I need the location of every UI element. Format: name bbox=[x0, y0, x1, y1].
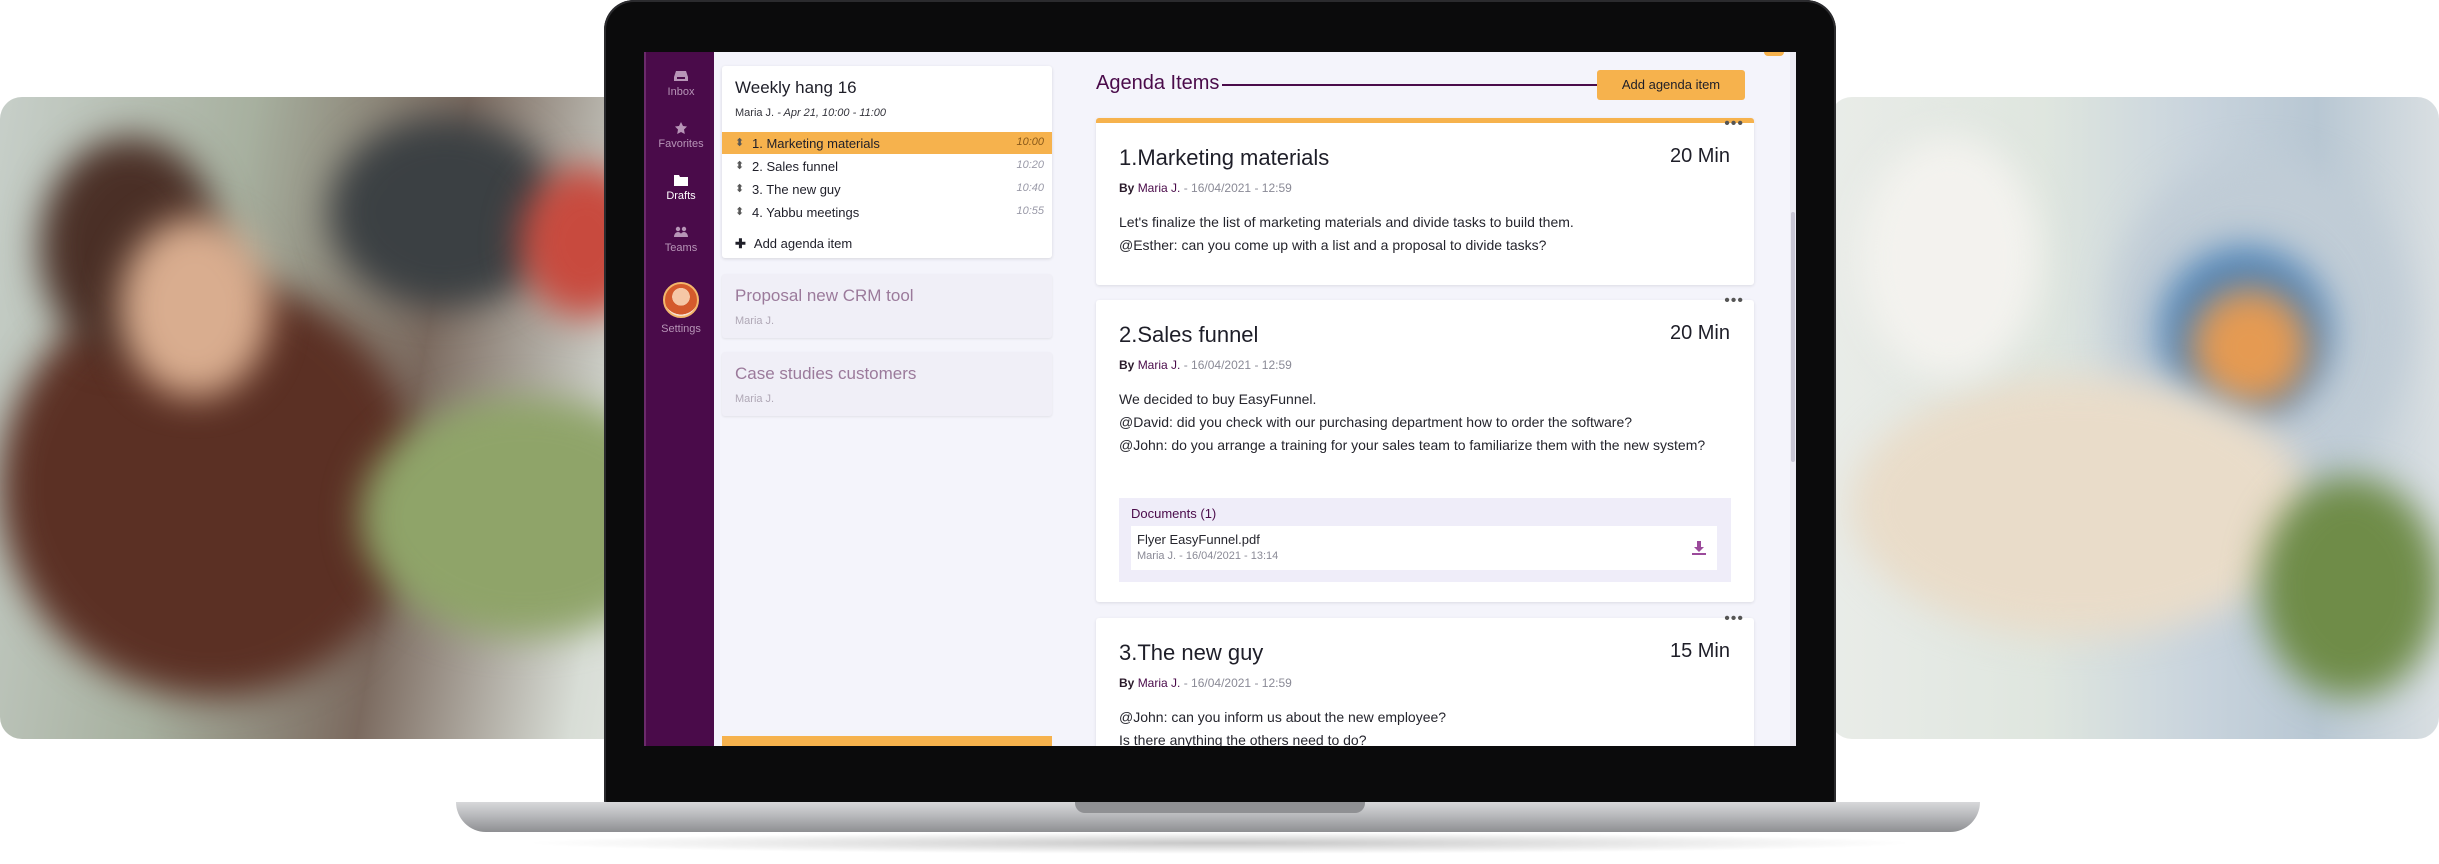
agenda-item-body: @John: can you inform us about the new e… bbox=[1119, 709, 1447, 746]
meeting-card-2[interactable]: Case studies customers Maria J. bbox=[722, 352, 1052, 416]
meeting-list: Weekly hang 16 Maria J. - Apr 21, 10:00 … bbox=[714, 52, 1065, 746]
sidebar-nav: Inbox Favorites Drafts Teams Settings bbox=[644, 52, 716, 746]
app-screen: Inbox Favorites Drafts Teams Settings We… bbox=[644, 52, 1796, 746]
meeting-card-author: Maria J. bbox=[735, 393, 775, 405]
agenda-panel: Agenda Items Add agenda item ••• 1.Marke… bbox=[1064, 52, 1796, 746]
add-agenda-item-label: Add agenda item bbox=[753, 236, 853, 251]
agenda-row-time: 10:40 bbox=[1016, 182, 1044, 194]
agenda-item-date: - 16/04/2021 - 12:59 bbox=[1183, 676, 1292, 690]
agenda-row-time: 10:55 bbox=[1016, 205, 1044, 217]
agenda-item-card-1: ••• 1.Marketing materials 20 Min By Mari… bbox=[1096, 115, 1754, 285]
agenda-item-body: We decided to buy EasyFunnel. @David: di… bbox=[1119, 391, 1706, 453]
meeting-title: Weekly hang 16 bbox=[735, 78, 857, 97]
inbox-icon bbox=[674, 71, 688, 81]
meeting-card-1[interactable]: Proposal new CRM tool Maria J. bbox=[722, 274, 1052, 338]
laptop-notch bbox=[1075, 802, 1365, 813]
title-divider bbox=[1222, 84, 1602, 86]
nav-item-settings[interactable]: Settings bbox=[646, 282, 716, 335]
grip-icon[interactable]: ⬍ bbox=[735, 136, 744, 149]
agenda-item-author: Maria J. bbox=[1137, 676, 1181, 690]
more-icon[interactable]: ••• bbox=[1724, 292, 1744, 310]
agenda-row-time: 10:20 bbox=[1016, 159, 1044, 171]
scrollbar-thumb[interactable] bbox=[1791, 212, 1795, 462]
nav-label-teams: Teams bbox=[664, 242, 698, 254]
meeting-time: - Apr 21, 10:00 - 11:00 bbox=[777, 107, 887, 119]
agenda-item-author: Maria J. bbox=[1137, 181, 1181, 195]
agenda-row-time: 10:00 bbox=[1016, 136, 1044, 148]
nav-item-drafts[interactable]: Drafts bbox=[646, 174, 716, 202]
agenda-row-label: 3. The new guy bbox=[752, 182, 841, 197]
meeting-card-title: Proposal new CRM tool bbox=[735, 286, 914, 305]
team-icon bbox=[674, 226, 688, 237]
nav-item-teams[interactable]: Teams bbox=[646, 226, 716, 254]
nav-item-favorites[interactable]: Favorites bbox=[646, 122, 716, 150]
agenda-item-title: 2.Sales funnel bbox=[1119, 322, 1259, 347]
agenda-row-3[interactable]: ⬍ 3. The new guy 10:40 bbox=[722, 178, 1052, 200]
agenda-item-title: 3.The new guy bbox=[1119, 640, 1264, 665]
meeting-card-title: Case studies customers bbox=[735, 364, 917, 383]
agenda-item-body: Let's finalize the list of marketing mat… bbox=[1119, 214, 1574, 253]
agenda-item-date: - 16/04/2021 - 12:59 bbox=[1183, 358, 1292, 372]
agenda-row-1[interactable]: ⬍ 1. Marketing materials 10:00 bbox=[722, 132, 1052, 154]
agenda-item-card-3: ••• 3.The new guy 15 Min By Maria J. - 1… bbox=[1096, 610, 1754, 746]
background-photo-right bbox=[1830, 97, 2439, 739]
list-bottom-bar bbox=[722, 736, 1052, 746]
agenda-item-duration: 15 Min bbox=[1669, 640, 1730, 662]
meeting-subtitle: Maria J. - Apr 21, 10:00 - 11:00 bbox=[735, 107, 886, 119]
meeting-card-active[interactable]: Weekly hang 16 Maria J. - Apr 21, 10:00 … bbox=[722, 66, 1052, 258]
nav-label-settings: Settings bbox=[661, 323, 701, 335]
avatar bbox=[663, 282, 699, 318]
document-meta: Maria J. - 16/04/2021 - 13:14 bbox=[1137, 550, 1279, 562]
agenda-row-label: 2. Sales funnel bbox=[752, 159, 839, 174]
documents-section: Documents (1) Flyer EasyFunnel.pdf Maria… bbox=[1119, 498, 1731, 582]
meeting-author: Maria J. bbox=[735, 107, 775, 119]
agenda-item-meta: By Maria J. - 16/04/2021 - 12:59 bbox=[1119, 181, 1292, 195]
grip-icon[interactable]: ⬍ bbox=[735, 205, 744, 218]
document-name: Flyer EasyFunnel.pdf bbox=[1137, 532, 1260, 547]
grip-icon[interactable]: ⬍ bbox=[735, 182, 744, 195]
agenda-row-4[interactable]: ⬍ 4. Yabbu meetings 10:55 bbox=[722, 201, 1052, 223]
download-icon[interactable] bbox=[1691, 540, 1707, 556]
document-item[interactable]: Flyer EasyFunnel.pdf Maria J. - 16/04/20… bbox=[1131, 526, 1717, 570]
add-agenda-item-link[interactable]: ✚ Add agenda item bbox=[735, 236, 852, 252]
folder-icon bbox=[674, 175, 688, 186]
agenda-item-date: - 16/04/2021 - 12:59 bbox=[1183, 181, 1292, 195]
agenda-item-duration: 20 Min bbox=[1669, 145, 1730, 167]
more-icon[interactable]: ••• bbox=[1724, 610, 1744, 628]
more-icon[interactable]: ••• bbox=[1724, 115, 1744, 133]
nav-item-inbox[interactable]: Inbox bbox=[646, 70, 716, 98]
agenda-item-title: 1.Marketing materials bbox=[1119, 145, 1330, 170]
star-icon bbox=[675, 122, 687, 134]
meeting-card-author: Maria J. bbox=[735, 315, 775, 327]
nav-label-favorites: Favorites bbox=[658, 138, 704, 150]
nav-label-drafts: Drafts bbox=[666, 190, 696, 202]
agenda-item-meta: By Maria J. - 16/04/2021 - 12:59 bbox=[1119, 358, 1292, 372]
agenda-item-meta: By Maria J. - 16/04/2021 - 12:59 bbox=[1119, 676, 1292, 690]
agenda-row-label: 1. Marketing materials bbox=[752, 136, 880, 151]
plus-icon: ✚ bbox=[735, 236, 746, 251]
documents-title: Documents (1) bbox=[1131, 506, 1217, 521]
agenda-item-duration: 20 Min bbox=[1669, 322, 1730, 344]
page-title: Agenda Items bbox=[1096, 72, 1220, 94]
agenda-row-label: 4. Yabbu meetings bbox=[752, 205, 860, 220]
agenda-item-author: Maria J. bbox=[1137, 358, 1181, 372]
agenda-row-2[interactable]: ⬍ 2. Sales funnel 10:20 bbox=[722, 155, 1052, 177]
add-agenda-item-button[interactable]: Add agenda item bbox=[1597, 70, 1745, 100]
nav-label-inbox: Inbox bbox=[667, 86, 695, 98]
agenda-item-card-2: ••• 2.Sales funnel 20 Min By Maria J. - … bbox=[1096, 292, 1754, 602]
grip-icon[interactable]: ⬍ bbox=[735, 159, 744, 172]
